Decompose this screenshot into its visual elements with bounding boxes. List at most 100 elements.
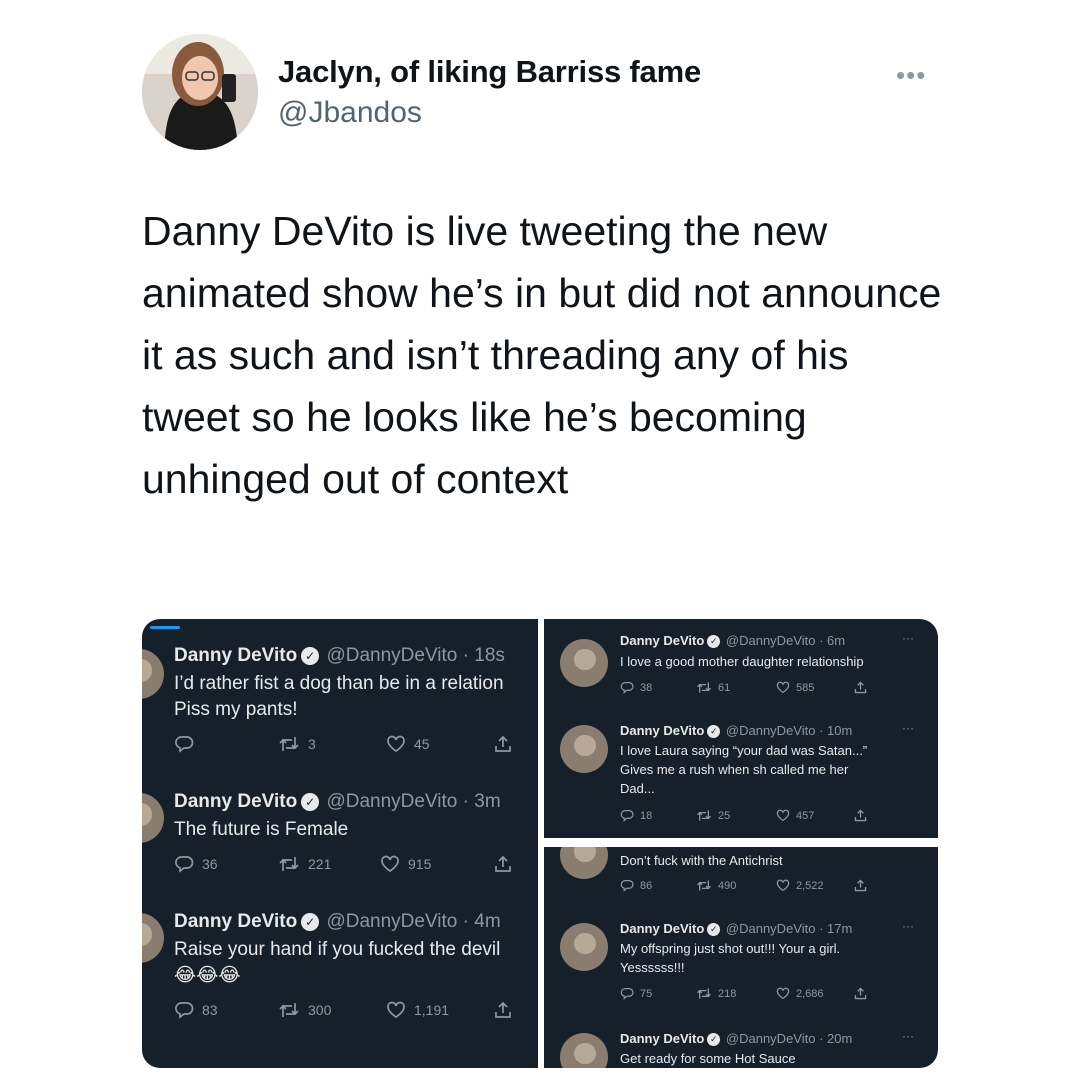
- more-options-icon[interactable]: ···: [902, 919, 914, 933]
- screenshot-panel: Don’t fuck with the Antichrist 86 490 2,…: [544, 847, 938, 1068]
- handle-time: @DannyDeVito · 18s: [326, 645, 505, 666]
- reply-button[interactable]: 75: [620, 987, 652, 1000]
- like-count: 457: [796, 809, 815, 822]
- more-options-icon[interactable]: •••: [896, 60, 926, 91]
- avatar: [560, 725, 608, 773]
- avatar: [142, 793, 164, 843]
- retweet-button[interactable]: 25: [696, 809, 730, 822]
- tweet-header-row: Danny DeVito ✓ @DannyDeVito · 3m: [174, 791, 501, 813]
- tweet-line: Don’t fuck with the Antichrist: [620, 853, 783, 868]
- tweet-actions: 36 221 915: [174, 855, 534, 875]
- verified-icon: ✓: [301, 792, 320, 811]
- reply-icon: [620, 987, 634, 1000]
- tweet-body: Raise your hand if you fucked the devil …: [174, 937, 500, 989]
- share-button[interactable]: [494, 735, 512, 753]
- reply-button[interactable]: 86: [620, 879, 652, 892]
- share-button[interactable]: [494, 1001, 512, 1019]
- embedded-tweet: Danny DeVito ✓ @DannyDeVito · 6m ··· I lo…: [544, 619, 938, 709]
- reply-count: 36: [202, 856, 218, 872]
- embedded-tweet: Danny DeVito ✓ @DannyDeVito · 4m Raise yo…: [142, 899, 538, 1068]
- verified-icon: ✓: [707, 1033, 721, 1047]
- reply-count: 86: [640, 879, 653, 892]
- handle-time: @DannyDeVito · 4m: [326, 911, 501, 932]
- tweet-body: The future is Female: [174, 817, 348, 843]
- author-handle[interactable]: @Jbandos: [278, 96, 701, 130]
- share-button[interactable]: [854, 681, 867, 694]
- tweet-header: Jaclyn, of liking Barriss fame @Jbandos …: [142, 34, 942, 154]
- embedded-tweet: Danny DeVito ✓ @DannyDeVito · 3m The futu…: [142, 779, 538, 909]
- heart-icon: [381, 855, 399, 873]
- like-button[interactable]: 45: [386, 735, 430, 753]
- share-button[interactable]: [854, 809, 867, 822]
- like-button[interactable]: 2,686: [776, 987, 824, 1000]
- share-button[interactable]: [854, 879, 867, 892]
- heart-icon: [776, 681, 790, 694]
- tweet-line: Dad...: [620, 781, 655, 796]
- like-count: 1,191: [414, 1002, 450, 1018]
- reply-count: 38: [640, 681, 653, 694]
- author-avatar[interactable]: [142, 34, 258, 150]
- share-icon: [495, 735, 511, 752]
- screenshot-right: Danny DeVito ✓ @DannyDeVito · 6m ··· I lo…: [544, 619, 938, 1068]
- tweet-line: My offspring just shot out!!! Your a gir…: [620, 941, 841, 956]
- tweet-line: I love Laura saying “your dad was Satan.…: [620, 743, 868, 758]
- tweet-line: Piss my pants!: [174, 699, 298, 720]
- retweet-count: 61: [718, 681, 731, 694]
- display-name: Danny DeVito: [620, 921, 705, 936]
- tweet-actions: 3 45: [174, 735, 534, 755]
- retweet-icon: [279, 857, 299, 871]
- tweet-body: Don’t fuck with the Antichrist: [620, 851, 783, 870]
- retweet-button[interactable]: 300: [278, 1001, 331, 1019]
- tweet-actions: 75 218 2,686: [620, 987, 920, 1003]
- embedded-tweet: Danny DeVito ✓ @DannyDeVito · 17m ··· My …: [544, 907, 938, 1017]
- tweet-line: Get ready for some Hot Sauce: [620, 1051, 796, 1066]
- like-count: 915: [408, 856, 432, 872]
- share-button[interactable]: [494, 855, 512, 873]
- retweet-button[interactable]: 490: [696, 879, 736, 892]
- like-button[interactable]: 1,191: [386, 1001, 449, 1019]
- retweet-button[interactable]: 218: [696, 987, 736, 1000]
- tweet-body: I love Laura saying “your dad was Satan.…: [620, 741, 867, 798]
- reply-button[interactable]: 83: [174, 1001, 218, 1019]
- like-count: 45: [414, 736, 430, 752]
- embedded-tweet: Danny DeVito ✓ @DannyDeVito · 18s I’d rat…: [142, 619, 538, 769]
- retweet-button[interactable]: 61: [696, 681, 730, 694]
- more-options-icon[interactable]: ···: [902, 1029, 914, 1043]
- retweet-count: 221: [308, 856, 332, 872]
- like-button[interactable]: 915: [380, 855, 431, 873]
- author-name[interactable]: Jaclyn, of liking Barriss fame: [278, 54, 701, 90]
- share-icon: [495, 855, 511, 872]
- handle-time: @DannyDeVito · 17m: [725, 921, 853, 936]
- reply-icon: [175, 856, 194, 873]
- reply-icon: [620, 681, 634, 694]
- share-button[interactable]: [854, 987, 867, 1000]
- reply-button[interactable]: [174, 735, 202, 753]
- display-name: Danny DeVito: [620, 723, 705, 738]
- reply-icon: [175, 1002, 194, 1019]
- reply-icon: [620, 879, 634, 892]
- like-button[interactable]: 585: [776, 681, 814, 694]
- retweet-button[interactable]: 3: [278, 735, 316, 753]
- like-count: 585: [796, 681, 815, 694]
- more-options-icon[interactable]: ···: [902, 721, 914, 735]
- share-icon: [854, 809, 867, 822]
- retweet-count: 3: [308, 736, 316, 752]
- tweet-body: I love a good mother daughter relationsh…: [620, 652, 864, 671]
- retweet-button[interactable]: 221: [278, 855, 331, 873]
- like-button[interactable]: 2,522: [776, 879, 824, 892]
- reply-button[interactable]: 38: [620, 681, 652, 694]
- display-name: Danny DeVito: [174, 645, 298, 666]
- heart-icon: [776, 987, 790, 1000]
- reply-button[interactable]: 18: [620, 809, 652, 822]
- like-button[interactable]: 457: [776, 809, 814, 822]
- reply-count: 18: [640, 809, 653, 822]
- more-options-icon[interactable]: ···: [902, 631, 914, 645]
- tweet-header-row: Danny DeVito ✓ @DannyDeVito · 4m: [174, 911, 501, 933]
- retweet-count: 25: [718, 809, 731, 822]
- display-name: Danny DeVito: [174, 791, 298, 812]
- retweet-count: 490: [718, 879, 737, 892]
- reply-button[interactable]: 36: [174, 855, 218, 873]
- reply-count: 83: [202, 1002, 218, 1018]
- display-name: Danny DeVito: [620, 633, 705, 648]
- retweet-icon: [697, 682, 711, 693]
